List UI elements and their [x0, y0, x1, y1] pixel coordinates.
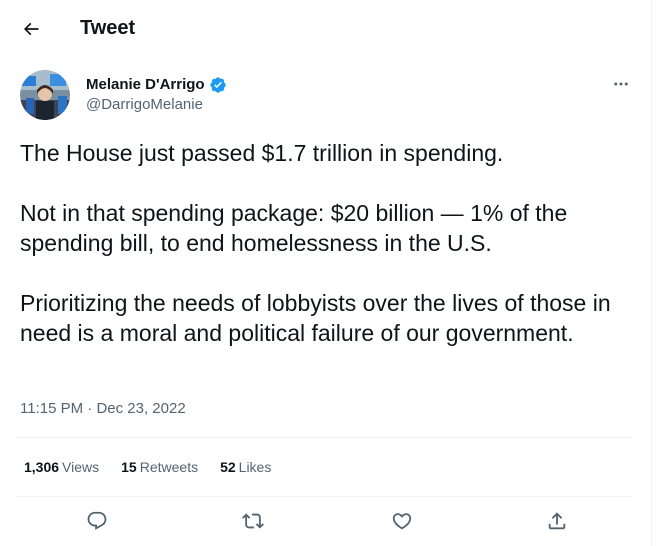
retweets-stat[interactable]: 15 Retweets	[121, 458, 198, 476]
likes-label: Likes	[238, 459, 272, 475]
likes-stat[interactable]: 52 Likes	[220, 458, 271, 476]
timestamp-separator: ·	[87, 400, 93, 417]
views-count: 1,306	[24, 459, 60, 475]
author-name[interactable]: Melanie D'Arrigo	[86, 76, 227, 94]
tweet-stats: 1,306 Views 15 Retweets 52 Likes	[24, 458, 293, 476]
share-icon	[548, 512, 566, 530]
divider	[16, 437, 632, 438]
avatar[interactable]	[20, 70, 70, 120]
retweets-count: 15	[121, 459, 137, 475]
tweet-paragraph: Prioritizing the needs of lobbyists over…	[20, 290, 611, 346]
share-button[interactable]	[544, 508, 570, 534]
more-dots-icon	[614, 82, 628, 86]
tweet-text: The House just passed $1.7 trillion in s…	[20, 138, 635, 348]
retweets-label: Retweets	[139, 459, 199, 475]
tweet-time[interactable]: 11:15 PM	[20, 400, 83, 417]
tweet-paragraph: The House just passed $1.7 trillion in s…	[20, 140, 504, 166]
tweet-actions	[0, 500, 652, 544]
avatar-photo	[20, 70, 70, 120]
verified-badge-icon	[209, 77, 226, 93]
tweet-page: Tweet Melanie D'Arrigo @DarrigoMelanie T…	[0, 0, 652, 546]
divider	[16, 496, 632, 497]
tweet-date[interactable]: Dec 23, 2022	[96, 400, 185, 417]
views-label: Views	[62, 459, 100, 475]
page-title: Tweet	[80, 17, 136, 39]
views-stat: 1,306 Views	[24, 458, 99, 476]
retweet-icon	[242, 513, 264, 529]
back-button[interactable]	[14, 12, 48, 46]
retweet-button[interactable]	[240, 508, 266, 534]
more-options-button[interactable]	[606, 72, 636, 96]
reply-icon	[87, 511, 107, 530]
tweet-paragraph: Not in that spending package: $20 billio…	[20, 200, 568, 256]
arrow-left-icon	[23, 22, 39, 36]
author-handle[interactable]: @DarrigoMelanie	[86, 96, 203, 114]
like-icon	[392, 513, 412, 530]
like-button[interactable]	[389, 508, 415, 534]
header: Tweet	[0, 0, 652, 56]
likes-count: 52	[220, 459, 236, 475]
author-name-text: Melanie D'Arrigo	[86, 76, 205, 93]
reply-button[interactable]	[84, 508, 110, 534]
tweet-timestamp: 11:15 PM · Dec 23, 2022	[20, 400, 186, 418]
